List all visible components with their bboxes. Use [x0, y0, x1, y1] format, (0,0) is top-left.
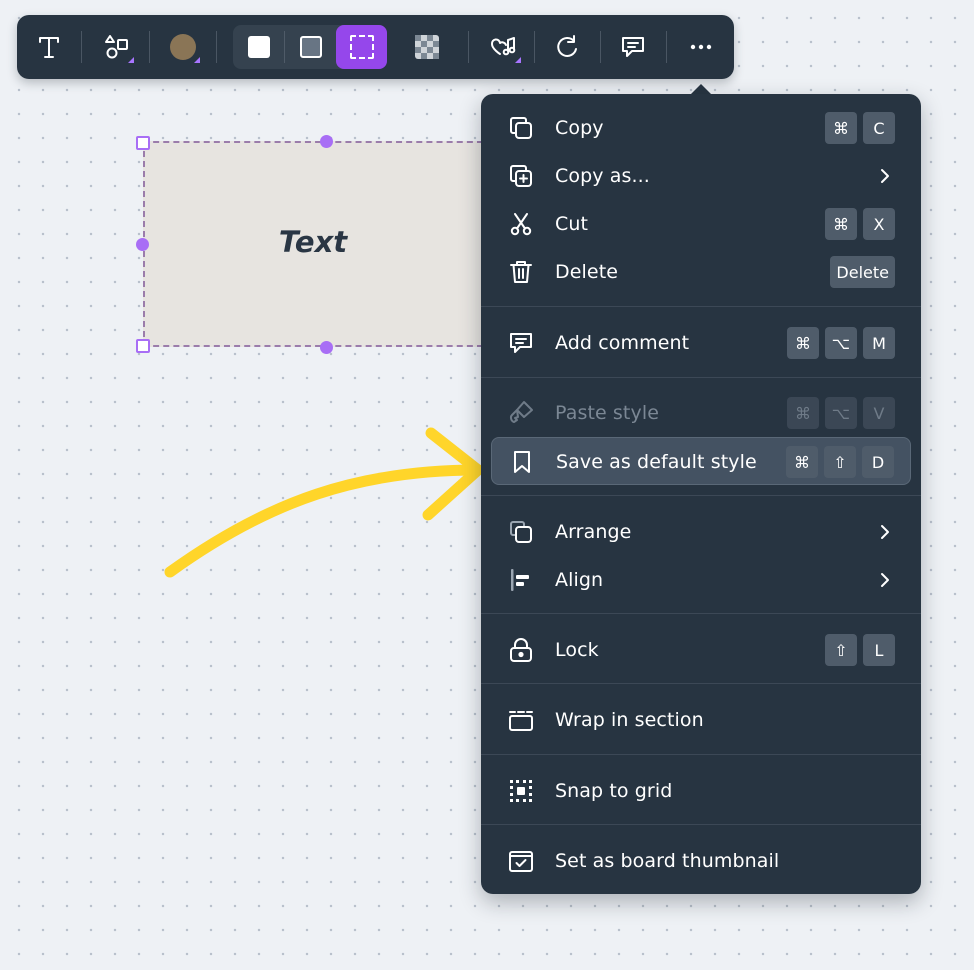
- menu-item-align[interactable]: Align: [491, 556, 911, 604]
- menu-item-label: Wrap in section: [555, 709, 704, 731]
- menu-item-copy[interactable]: Copy ⌘ C: [491, 104, 911, 152]
- menu-item-copy-as[interactable]: Copy as...: [491, 152, 911, 200]
- shortcut-keys: ⌘ C: [825, 112, 895, 144]
- menu-separator: [481, 306, 921, 307]
- menu-separator: [481, 495, 921, 496]
- shortcut-key: ⌥: [825, 327, 857, 359]
- menu-item-label: Copy as...: [555, 165, 650, 187]
- menu-item-wrap-in-section[interactable]: Wrap in section: [491, 696, 911, 744]
- menu-separator: [481, 613, 921, 614]
- menu-item-label: Arrange: [555, 521, 632, 543]
- menu-item-set-as-board-thumbnail[interactable]: Set as board thumbnail: [491, 837, 911, 885]
- menu-item-label: Lock: [555, 639, 599, 661]
- menu-item-label: Copy: [555, 117, 604, 139]
- shortcut-keys: ⌘ ⌥ M: [787, 327, 895, 359]
- shortcut-keys: ⇧ L: [825, 634, 895, 666]
- arrange-icon: [507, 518, 535, 546]
- bookmark-icon: [508, 448, 536, 476]
- menu-item-save-as-default-style[interactable]: Save as default style ⌘ ⇧ D: [491, 437, 911, 485]
- context-menu: Copy ⌘ C Copy as... Cut ⌘ X Delete Delet…: [481, 94, 921, 894]
- chevron-right-icon: [881, 573, 889, 587]
- scissors-icon: [507, 210, 535, 238]
- shortcut-key: C: [863, 112, 895, 144]
- copy-plus-icon: [507, 162, 535, 190]
- menu-item-label: Delete: [555, 261, 619, 283]
- align-icon: [507, 566, 535, 594]
- shortcut-keys: ⌘ X: [825, 208, 895, 240]
- menu-item-label: Paste style: [555, 402, 659, 424]
- menu-item-cut[interactable]: Cut ⌘ X: [491, 200, 911, 248]
- menu-item-label: Align: [555, 569, 604, 591]
- menu-item-label: Save as default style: [556, 451, 757, 473]
- menu-item-label: Set as board thumbnail: [555, 850, 780, 872]
- paintbrush-icon: [507, 399, 535, 427]
- lock-icon: [507, 636, 535, 664]
- menu-item-snap-to-grid[interactable]: Snap to grid: [491, 767, 911, 815]
- shortcut-key: ⌥: [825, 397, 857, 429]
- comment-icon: [507, 329, 535, 357]
- menu-item-add-comment[interactable]: Add comment ⌘ ⌥ M: [491, 319, 911, 367]
- menu-item-label: Snap to grid: [555, 780, 673, 802]
- shortcut-key: ⇧: [824, 446, 856, 478]
- shortcut-key: Delete: [830, 256, 895, 288]
- shortcut-keys: ⌘ ⌥ V: [787, 397, 895, 429]
- shortcut-key: D: [862, 446, 894, 478]
- snap-grid-icon: [507, 777, 535, 805]
- copy-icon: [507, 114, 535, 142]
- shortcut-keys: ⌘ ⇧ D: [786, 446, 894, 478]
- menu-separator: [481, 683, 921, 684]
- shortcut-key: ⌘: [786, 446, 818, 478]
- menu-item-label: Add comment: [555, 332, 690, 354]
- shortcut-key: ⌘: [787, 327, 819, 359]
- menu-separator: [481, 824, 921, 825]
- menu-separator: [481, 377, 921, 378]
- shortcut-key: ⌘: [787, 397, 819, 429]
- chevron-right-icon: [881, 169, 889, 183]
- menu-item-paste-style: Paste style ⌘ ⌥ V: [491, 389, 911, 437]
- shortcut-key: L: [863, 634, 895, 666]
- shortcut-key: V: [863, 397, 895, 429]
- trash-icon: [507, 258, 535, 286]
- shortcut-key: X: [863, 208, 895, 240]
- shortcut-key: ⌘: [825, 112, 857, 144]
- thumbnail-icon: [507, 847, 535, 875]
- menu-item-arrange[interactable]: Arrange: [491, 508, 911, 556]
- shortcut-key: ⇧: [825, 634, 857, 666]
- menu-item-delete[interactable]: Delete Delete: [491, 248, 911, 296]
- shortcut-keys: Delete: [830, 256, 895, 288]
- shortcut-key: ⌘: [825, 208, 857, 240]
- shortcut-key: M: [863, 327, 895, 359]
- menu-separator: [481, 754, 921, 755]
- menu-item-lock[interactable]: Lock ⇧ L: [491, 626, 911, 674]
- section-icon: [507, 706, 535, 734]
- menu-item-label: Cut: [555, 213, 589, 235]
- chevron-right-icon: [881, 525, 889, 539]
